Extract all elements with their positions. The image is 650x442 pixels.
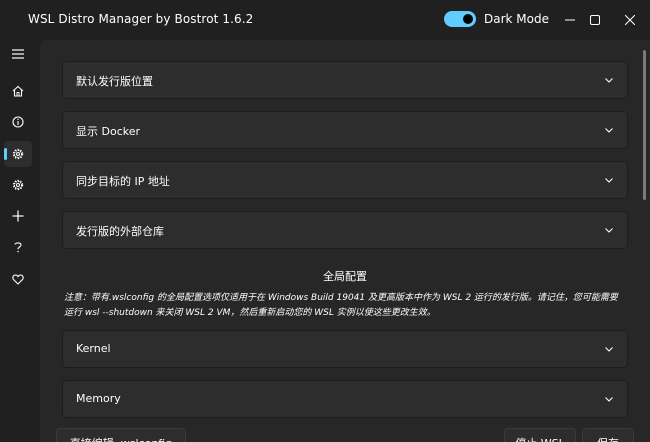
scrollbar-thumb[interactable]: [643, 50, 646, 200]
expander-label: 显示 Docker: [76, 125, 141, 138]
chevron-down-icon: [605, 397, 613, 402]
expander-label: Memory: [76, 392, 121, 405]
global-config-title: 全局配置: [323, 270, 367, 283]
title-bar: WSL Distro Manager by Bostrot 1.6.2 Dark…: [0, 0, 650, 40]
settings-page: 默认发行版位置 显示 Docker 同步目标的 IP 地址 发行版的外部仓库 全…: [40, 40, 650, 442]
expander-memory[interactable]: Memory: [62, 380, 628, 418]
maximize-icon: [590, 15, 600, 25]
expander-label: 发行版的外部仓库: [76, 225, 164, 238]
sidebar-item-settings[interactable]: [4, 141, 32, 167]
dark-mode-toggle[interactable]: [444, 11, 476, 27]
expander-label: 同步目标的 IP 地址: [76, 175, 170, 188]
info-icon: [12, 116, 24, 128]
expander-default-distro-location[interactable]: 默认发行版位置: [62, 61, 628, 99]
chevron-down-icon: [605, 128, 613, 133]
menu-icon: [12, 49, 24, 59]
toggle-knob: [463, 14, 473, 24]
app-title: WSL Distro Manager by Bostrot 1.6.2: [28, 12, 254, 26]
sidebar-item-info[interactable]: [4, 109, 32, 135]
sidebar-item-add[interactable]: [4, 203, 32, 229]
sidebar-menu-button[interactable]: [4, 41, 32, 67]
home-icon: [12, 85, 24, 97]
expander-label: Kernel: [76, 342, 111, 355]
expander-kernel[interactable]: Kernel: [62, 330, 628, 368]
minimize-icon: [565, 19, 575, 21]
app-window: WSL Distro Manager by Bostrot 1.6.2 Dark…: [0, 0, 650, 442]
settings-icon: [12, 148, 24, 160]
save-button[interactable]: 保存: [582, 428, 634, 442]
sidebar-item-donate[interactable]: [4, 266, 32, 292]
settings-alt-icon: [12, 179, 24, 191]
chevron-down-icon: [605, 347, 613, 352]
expander-sync-ip[interactable]: 同步目标的 IP 地址: [62, 161, 628, 199]
sidebar-item-settings-alt[interactable]: [4, 172, 32, 198]
close-icon: [625, 15, 635, 25]
heart-icon: [12, 273, 24, 285]
sidebar: [0, 40, 36, 442]
sidebar-item-help[interactable]: [4, 234, 32, 260]
expander-external-repo[interactable]: 发行版的外部仓库: [62, 211, 628, 249]
chevron-down-icon: [605, 78, 613, 83]
chevron-down-icon: [605, 178, 613, 183]
stop-wsl-button[interactable]: 停止 WSL: [504, 428, 576, 442]
close-button[interactable]: [610, 0, 650, 40]
wslconfig-note: 注意：带有.wslconfig 的全局配置选项仅适用于在 Windows Bui…: [64, 293, 618, 318]
chevron-down-icon: [605, 228, 613, 233]
add-icon: [12, 210, 24, 222]
edit-wslconfig-button[interactable]: 直接编辑 .wslconfig: [56, 428, 186, 442]
maximize-button[interactable]: [575, 0, 615, 40]
expander-label: 默认发行版位置: [76, 75, 153, 88]
expander-show-docker[interactable]: 显示 Docker: [62, 111, 628, 149]
sidebar-item-home[interactable]: [4, 78, 32, 104]
dark-mode-label: Dark Mode: [484, 12, 549, 26]
help-icon: [14, 242, 22, 253]
